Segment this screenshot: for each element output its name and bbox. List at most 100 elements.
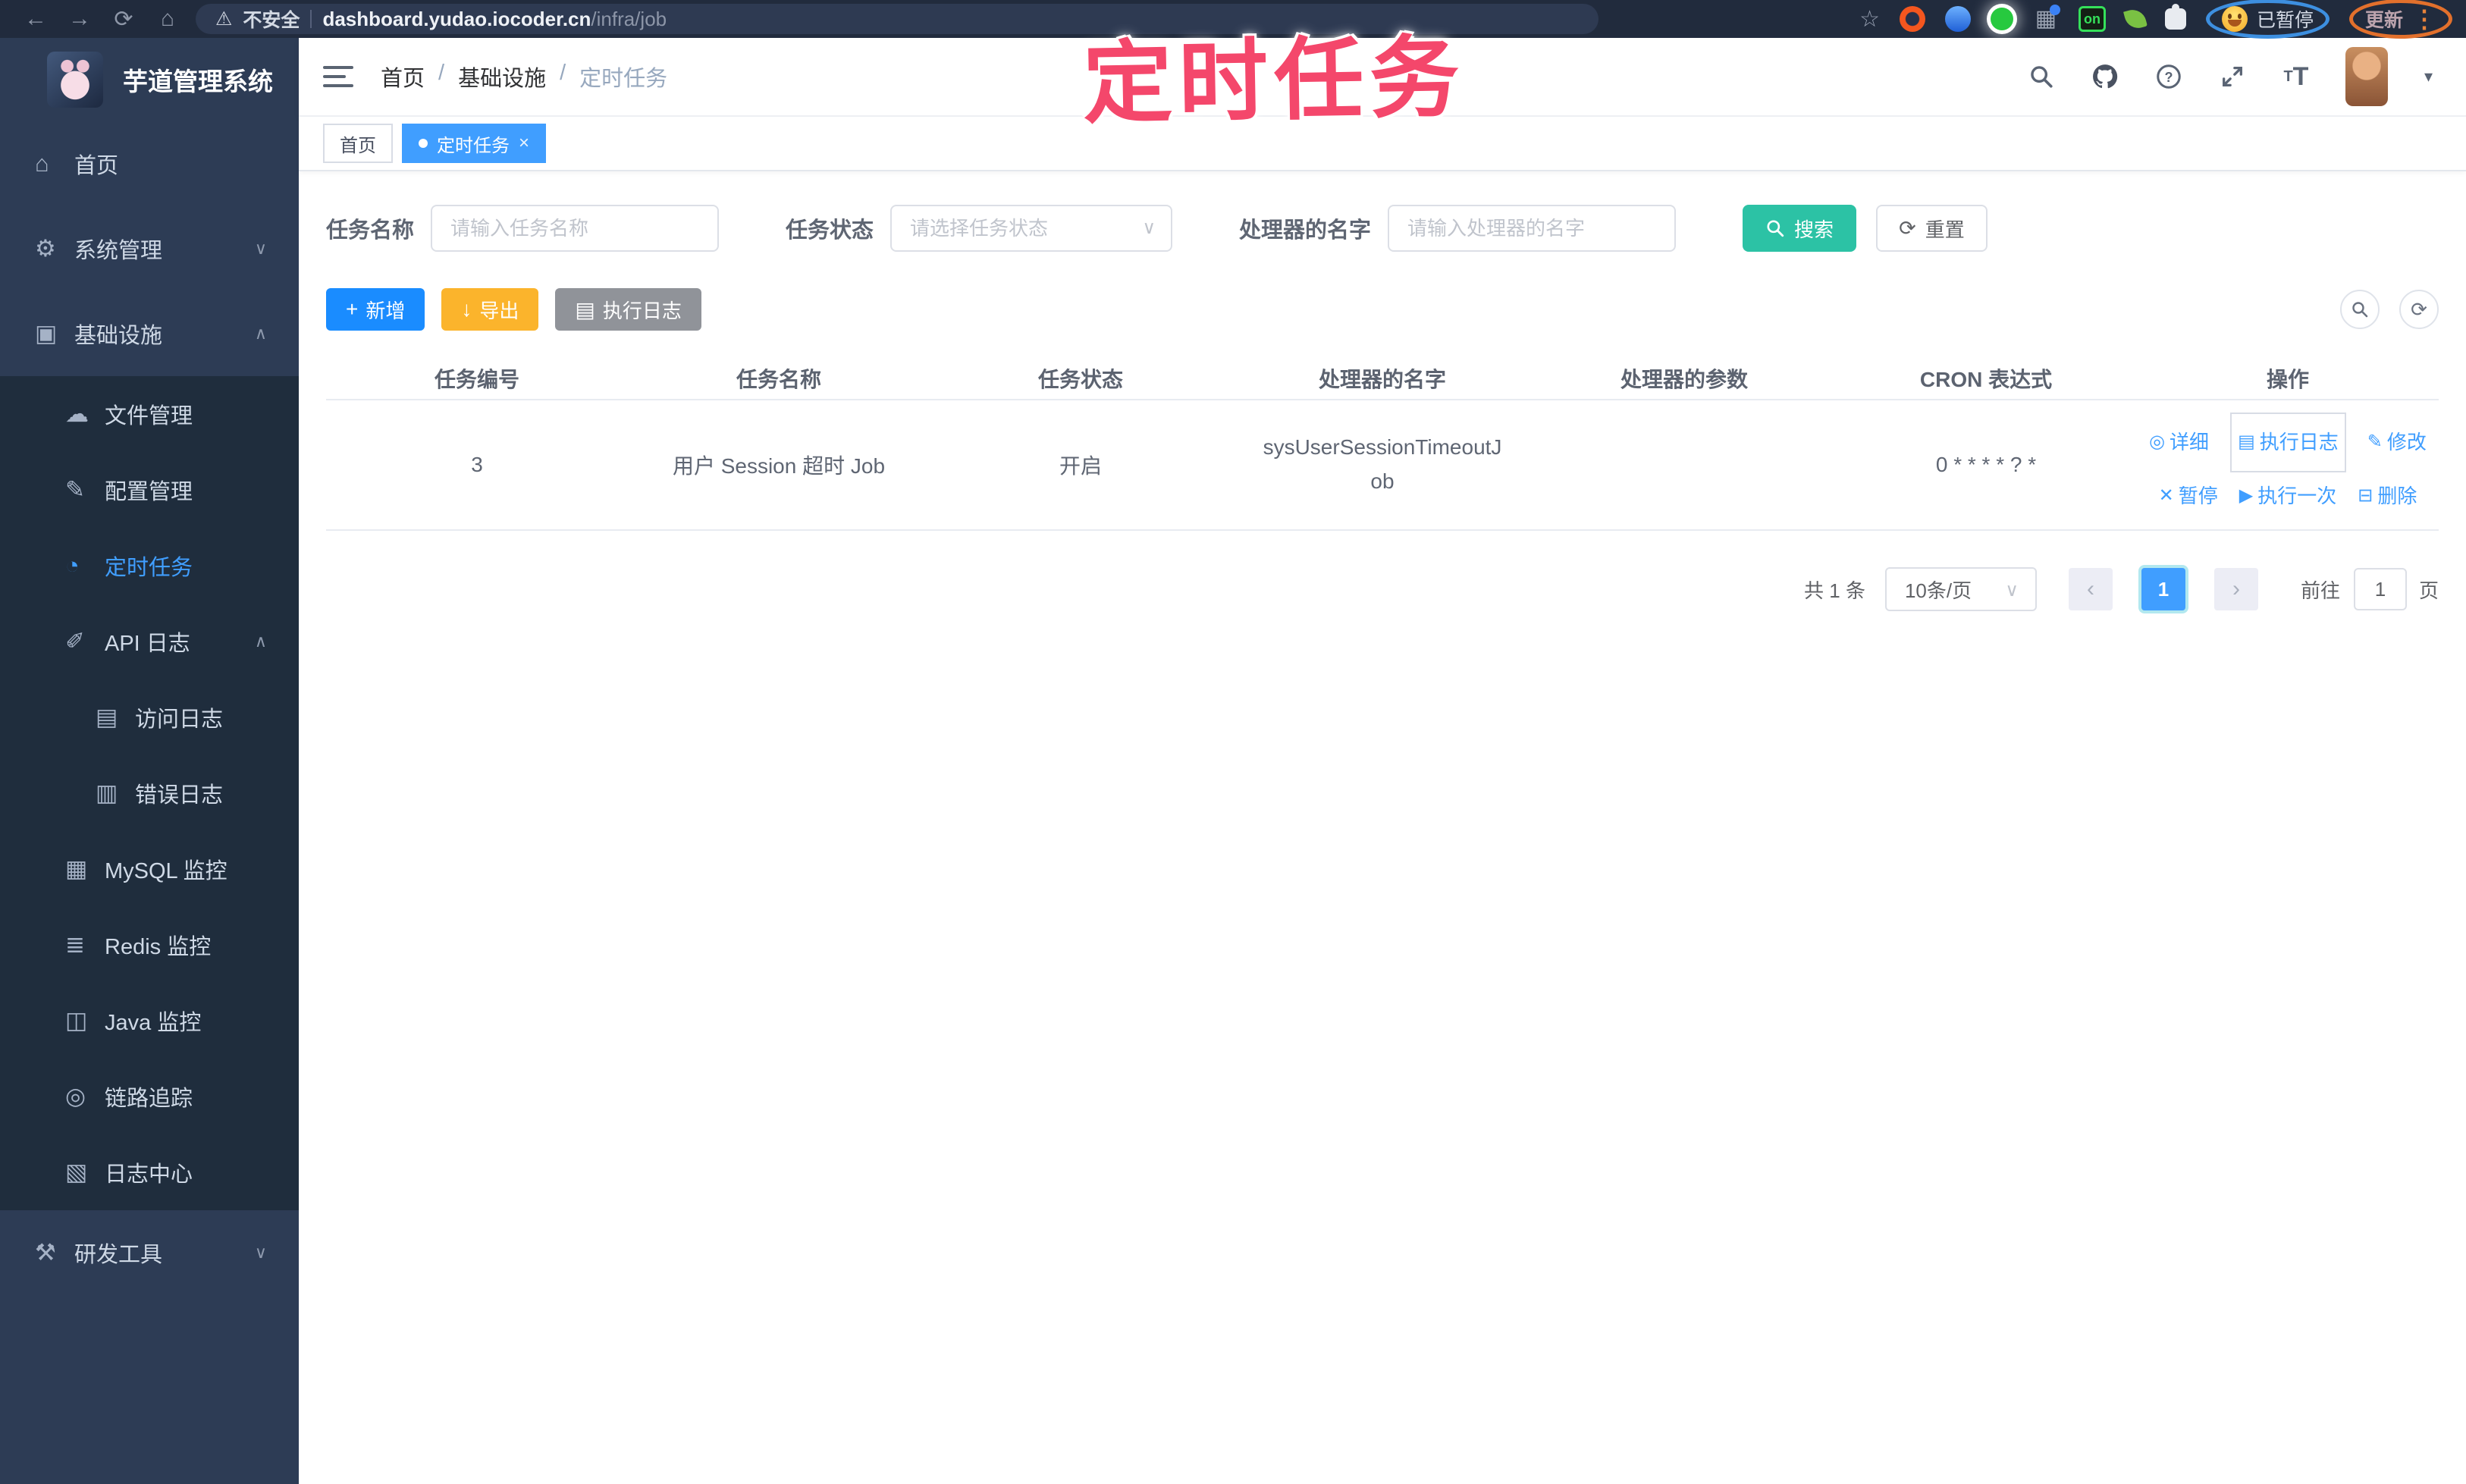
breadcrumb: 首页 / 基础设施 / 定时任务 [381, 61, 668, 93]
handler-name-input[interactable] [1388, 205, 1677, 252]
font-size-icon[interactable]: TT [2282, 62, 2311, 91]
browser-update-button[interactable]: 更新 [2365, 5, 2403, 33]
search-button[interactable]: 搜索 [1743, 205, 1857, 252]
browser-home-icon[interactable]: ⌂ [146, 6, 190, 32]
refresh-table-button[interactable]: ⟳ [2399, 290, 2439, 329]
current-page-button[interactable]: 1 [2141, 568, 2185, 610]
page-size-select[interactable]: 10条/页 ∨ [1884, 567, 2037, 611]
sidebar-item-system[interactable]: ⚙ 系统管理 ∨ [0, 206, 299, 291]
sidebar-toggle-icon[interactable] [323, 66, 353, 87]
sidebar-item-java-monitor[interactable]: ◫ Java 监控 [0, 983, 299, 1059]
handler-name-cell: sysUserSessionTimeoutJob [1263, 435, 1502, 493]
fullscreen-icon[interactable] [2218, 62, 2247, 91]
log-icon: ▤ [2238, 431, 2255, 453]
log-icon: ▧ [65, 1159, 88, 1185]
toggle-search-button[interactable] [2340, 290, 2380, 329]
active-tab-dot [419, 139, 428, 148]
run-once-action[interactable]: ▶ 执行一次 [2239, 475, 2336, 517]
add-button[interactable]: + 新增 [326, 288, 425, 331]
refresh-icon: ⟳ [1899, 216, 1916, 240]
search-icon[interactable] [2027, 62, 2056, 91]
browser-menu-icon[interactable]: ⋮ [2412, 5, 2436, 33]
exec-log-button[interactable]: ▤ 执行日志 [555, 288, 701, 331]
extension-icon[interactable] [1990, 8, 2013, 30]
handler-name-label: 处理器的名字 [1239, 218, 1372, 243]
job-name-input[interactable] [431, 205, 720, 252]
user-avatar[interactable] [2345, 47, 2388, 106]
page-annotation: 定时任务 [1082, 27, 1467, 135]
prev-page-button[interactable]: ‹ [2068, 568, 2113, 610]
table-row: 3 用户 Session 超时 Job 开启 sysUserSessionTim… [326, 400, 2439, 531]
sidebar-item-access-log[interactable]: ▤ 访问日志 [0, 679, 299, 755]
sidebar-item-infra[interactable]: ▣ 基础设施 ∧ [0, 291, 299, 376]
tab-scheduled-jobs[interactable]: 定时任务 × [402, 124, 547, 163]
sidebar-item-home[interactable]: ⌂ 首页 [0, 121, 299, 206]
edit-icon: ✎ [65, 476, 85, 503]
browser-back-icon[interactable]: ← [14, 6, 58, 32]
sidebar-item-dev-tools[interactable]: ⚒ 研发工具 ∨ [0, 1210, 299, 1295]
gear-icon: ⚙ [35, 235, 56, 262]
job-status-cell: 开启 [1059, 454, 1102, 478]
search-form: 任务名称 任务状态 ∨ 处理器的名字 搜索 ⟳ 重置 [326, 205, 2439, 252]
reset-button[interactable]: ⟳ 重置 [1876, 205, 1988, 252]
breadcrumb-current: 定时任务 [579, 67, 668, 91]
app-logo-row[interactable]: 芋道管理系统 [0, 38, 299, 121]
sidebar-item-file-manage[interactable]: ☁ 文件管理 [0, 376, 299, 452]
document-icon: ▥ [96, 780, 118, 806]
breadcrumb-infra[interactable]: 基础设施 [458, 61, 546, 93]
export-button[interactable]: ↓ 导出 [441, 288, 539, 331]
extension-on-badge[interactable]: on [2078, 6, 2106, 32]
help-icon[interactable]: ? [2154, 62, 2183, 91]
sidebar-item-redis-monitor[interactable]: ≣ Redis 监控 [0, 907, 299, 983]
sidebar-item-error-log[interactable]: ▥ 错误日志 [0, 755, 299, 831]
chevron-down-icon: ∨ [254, 239, 267, 258]
extension-icon[interactable]: ▦ [2033, 5, 2060, 32]
chevron-up-icon: ∧ [254, 632, 267, 651]
extension-icon[interactable] [1944, 6, 1971, 32]
app-logo [47, 52, 103, 108]
browser-forward-icon[interactable]: → [58, 6, 102, 32]
job-id-cell: 3 [471, 453, 483, 476]
url-host: dashboard.yudao.iocoder.cn [322, 7, 591, 30]
sidebar-item-mysql-monitor[interactable]: ▦ MySQL 监控 [0, 831, 299, 907]
sidebar-item-trace[interactable]: ◎ 链路追踪 [0, 1059, 299, 1134]
monitor-icon: ▣ [35, 320, 58, 347]
paused-annotation-circle: 已暂停 [2205, 0, 2330, 39]
puzzle-extensions-icon[interactable] [2164, 4, 2186, 30]
delete-action[interactable]: ⊟ 删除 [2358, 475, 2417, 517]
job-name-label: 任务名称 [326, 218, 415, 243]
leaf-extension-icon[interactable] [2123, 7, 2148, 31]
pen-log-icon: ✐ [65, 628, 85, 654]
document-icon: ▤ [96, 704, 118, 730]
toolbox-icon: ⚒ [35, 1239, 56, 1266]
screen-icon: ◫ [65, 1007, 88, 1034]
chevron-down-icon: ∨ [2005, 580, 2019, 601]
avatar-caret-icon[interactable]: ▾ [2424, 67, 2433, 86]
sidebar-item-log-center[interactable]: ▧ 日志中心 [0, 1134, 299, 1210]
sidebar-item-api-log[interactable]: ✐ API 日志 ∧ [0, 604, 299, 679]
pause-action[interactable]: ✕ 暂停 [2159, 475, 2218, 517]
cron-cell: 0 * * * * ? * [1935, 453, 2037, 476]
detail-action[interactable]: ◎ 详细 [2149, 422, 2209, 463]
browser-reload-icon[interactable]: ⟳ [102, 6, 146, 33]
job-status-label: 任务状态 [786, 218, 874, 243]
tab-home[interactable]: 首页 [323, 124, 393, 163]
goto-page-input[interactable] [2353, 568, 2407, 610]
pause-icon: ✕ [2158, 485, 2174, 506]
edit-action[interactable]: ✎ 修改 [2367, 422, 2427, 463]
sidebar-item-config-manage[interactable]: ✎ 配置管理 [0, 452, 299, 528]
paused-badge: 已暂停 [2256, 10, 2314, 31]
profile-emoji-avatar[interactable] [2221, 6, 2248, 32]
job-log-action[interactable]: ▤ 执行日志 [2230, 413, 2346, 472]
extension-icon[interactable] [1899, 6, 1925, 32]
next-page-button[interactable]: › [2213, 568, 2258, 610]
chevron-up-icon: ∧ [254, 324, 267, 343]
job-status-select[interactable]: ∨ [890, 205, 1173, 252]
sidebar-item-scheduled-jobs[interactable]: ◔ 定时任务 [0, 528, 299, 604]
bookmark-star-icon[interactable]: ☆ [1859, 6, 1880, 33]
breadcrumb-home[interactable]: 首页 [381, 61, 425, 93]
github-icon[interactable] [2091, 62, 2119, 91]
download-icon: ↓ [461, 297, 472, 321]
home-icon: ⌂ [35, 150, 49, 177]
close-tab-icon[interactable]: × [519, 133, 529, 154]
